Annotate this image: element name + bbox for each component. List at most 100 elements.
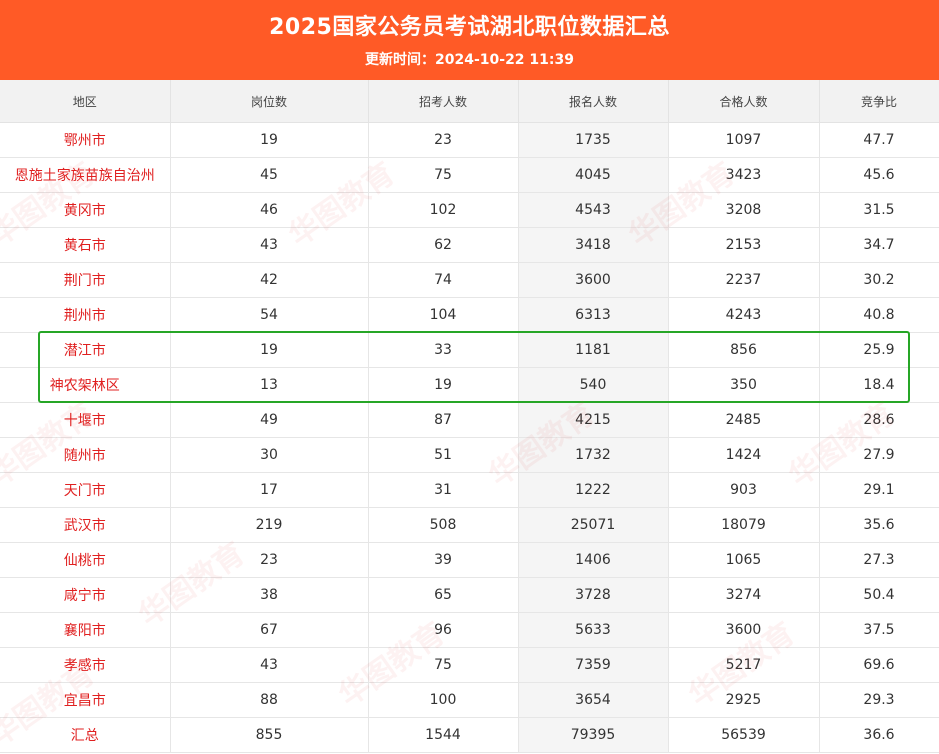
cell-posts: 88 — [170, 682, 369, 718]
cell-applied: 79395 — [518, 717, 669, 753]
column-header-recruit[interactable]: 招考人数 — [368, 80, 519, 123]
cell-region[interactable]: 天门市 — [0, 472, 171, 508]
cell-ratio: 40.8 — [819, 297, 939, 333]
cell-region[interactable]: 随州市 — [0, 437, 171, 473]
table-row: 十堰市 49 87 4215 2485 28.6 — [0, 402, 939, 438]
cell-posts: 67 — [170, 612, 369, 648]
cell-qualified: 3274 — [668, 577, 820, 613]
table-row: 荆门市 42 74 3600 2237 30.2 — [0, 262, 939, 298]
cell-ratio: 36.6 — [819, 717, 939, 753]
cell-qualified: 3600 — [668, 612, 820, 648]
cell-recruit: 87 — [368, 402, 519, 438]
cell-qualified: 350 — [668, 367, 820, 403]
cell-posts: 219 — [170, 507, 369, 543]
cell-region[interactable]: 仙桃市 — [0, 542, 171, 578]
table-row: 鄂州市 19 23 1735 1097 47.7 — [0, 122, 939, 158]
cell-recruit: 100 — [368, 682, 519, 718]
table-row: 仙桃市 23 39 1406 1065 27.3 — [0, 542, 939, 578]
cell-applied: 3418 — [518, 227, 669, 263]
cell-region[interactable]: 襄阳市 — [0, 612, 171, 648]
cell-region[interactable]: 恩施土家族苗族自治州 — [0, 157, 171, 193]
cell-applied: 4215 — [518, 402, 669, 438]
cell-ratio: 25.9 — [819, 332, 939, 368]
cell-region[interactable]: 黄冈市 — [0, 192, 171, 228]
column-header-qualified[interactable]: 合格人数 — [668, 80, 820, 123]
cell-applied: 5633 — [518, 612, 669, 648]
cell-applied: 7359 — [518, 647, 669, 683]
cell-qualified: 3423 — [668, 157, 820, 193]
cell-applied: 1222 — [518, 472, 669, 508]
cell-region[interactable]: 汇总 — [0, 717, 171, 753]
cell-region[interactable]: 孝感市 — [0, 647, 171, 683]
cell-qualified: 18079 — [668, 507, 820, 543]
cell-recruit: 75 — [368, 157, 519, 193]
cell-applied: 540 — [518, 367, 669, 403]
cell-posts: 38 — [170, 577, 369, 613]
cell-applied: 6313 — [518, 297, 669, 333]
cell-qualified: 2237 — [668, 262, 820, 298]
cell-applied: 3654 — [518, 682, 669, 718]
cell-ratio: 35.6 — [819, 507, 939, 543]
cell-ratio: 34.7 — [819, 227, 939, 263]
cell-ratio: 18.4 — [819, 367, 939, 403]
table-row: 咸宁市 38 65 3728 3274 50.4 — [0, 577, 939, 613]
cell-posts: 42 — [170, 262, 369, 298]
cell-recruit: 1544 — [368, 717, 519, 753]
cell-recruit: 65 — [368, 577, 519, 613]
cell-ratio: 28.6 — [819, 402, 939, 438]
cell-posts: 45 — [170, 157, 369, 193]
cell-region[interactable]: 黄石市 — [0, 227, 171, 263]
cell-region[interactable]: 神农架林区 — [0, 367, 171, 403]
update-time: 更新时间：2024-10-22 11:39 — [365, 52, 574, 68]
cell-ratio: 50.4 — [819, 577, 939, 613]
cell-posts: 19 — [170, 122, 369, 158]
table-row: 襄阳市 67 96 5633 3600 37.5 — [0, 612, 939, 648]
cell-ratio: 29.3 — [819, 682, 939, 718]
cell-region[interactable]: 宜昌市 — [0, 682, 171, 718]
cell-region[interactable]: 荆门市 — [0, 262, 171, 298]
table-row: 神农架林区 13 19 540 350 18.4 — [0, 367, 939, 403]
cell-region[interactable]: 武汉市 — [0, 507, 171, 543]
cell-recruit: 62 — [368, 227, 519, 263]
cell-region[interactable]: 咸宁市 — [0, 577, 171, 613]
cell-qualified: 1065 — [668, 542, 820, 578]
column-header-posts[interactable]: 岗位数 — [170, 80, 369, 123]
cell-qualified: 903 — [668, 472, 820, 508]
cell-qualified: 2153 — [668, 227, 820, 263]
table-row: 天门市 17 31 1222 903 29.1 — [0, 472, 939, 508]
cell-applied: 3600 — [518, 262, 669, 298]
table-row: 恩施土家族苗族自治州 45 75 4045 3423 45.6 — [0, 157, 939, 193]
cell-ratio: 27.9 — [819, 437, 939, 473]
cell-qualified: 2485 — [668, 402, 820, 438]
column-header-applied[interactable]: 报名人数 — [518, 80, 669, 123]
cell-applied: 1181 — [518, 332, 669, 368]
cell-region[interactable]: 潜江市 — [0, 332, 171, 368]
cell-qualified: 1097 — [668, 122, 820, 158]
cell-qualified: 856 — [668, 332, 820, 368]
column-header-ratio[interactable]: 竞争比 — [819, 80, 939, 123]
cell-recruit: 508 — [368, 507, 519, 543]
cell-posts: 46 — [170, 192, 369, 228]
cell-recruit: 96 — [368, 612, 519, 648]
cell-recruit: 74 — [368, 262, 519, 298]
cell-region[interactable]: 荆州市 — [0, 297, 171, 333]
cell-ratio: 31.5 — [819, 192, 939, 228]
cell-ratio: 29.1 — [819, 472, 939, 508]
cell-region[interactable]: 十堰市 — [0, 402, 171, 438]
cell-region[interactable]: 鄂州市 — [0, 122, 171, 158]
cell-posts: 855 — [170, 717, 369, 753]
cell-applied: 4045 — [518, 157, 669, 193]
cell-recruit: 23 — [368, 122, 519, 158]
cell-recruit: 39 — [368, 542, 519, 578]
cell-posts: 49 — [170, 402, 369, 438]
cell-posts: 30 — [170, 437, 369, 473]
cell-ratio: 37.5 — [819, 612, 939, 648]
cell-ratio: 27.3 — [819, 542, 939, 578]
cell-ratio: 45.6 — [819, 157, 939, 193]
cell-applied: 25071 — [518, 507, 669, 543]
column-header-region[interactable]: 地区 — [0, 80, 171, 123]
table-row: 武汉市 219 508 25071 18079 35.6 — [0, 507, 939, 543]
table-row: 荆州市 54 104 6313 4243 40.8 — [0, 297, 939, 333]
cell-applied: 1735 — [518, 122, 669, 158]
cell-qualified: 4243 — [668, 297, 820, 333]
